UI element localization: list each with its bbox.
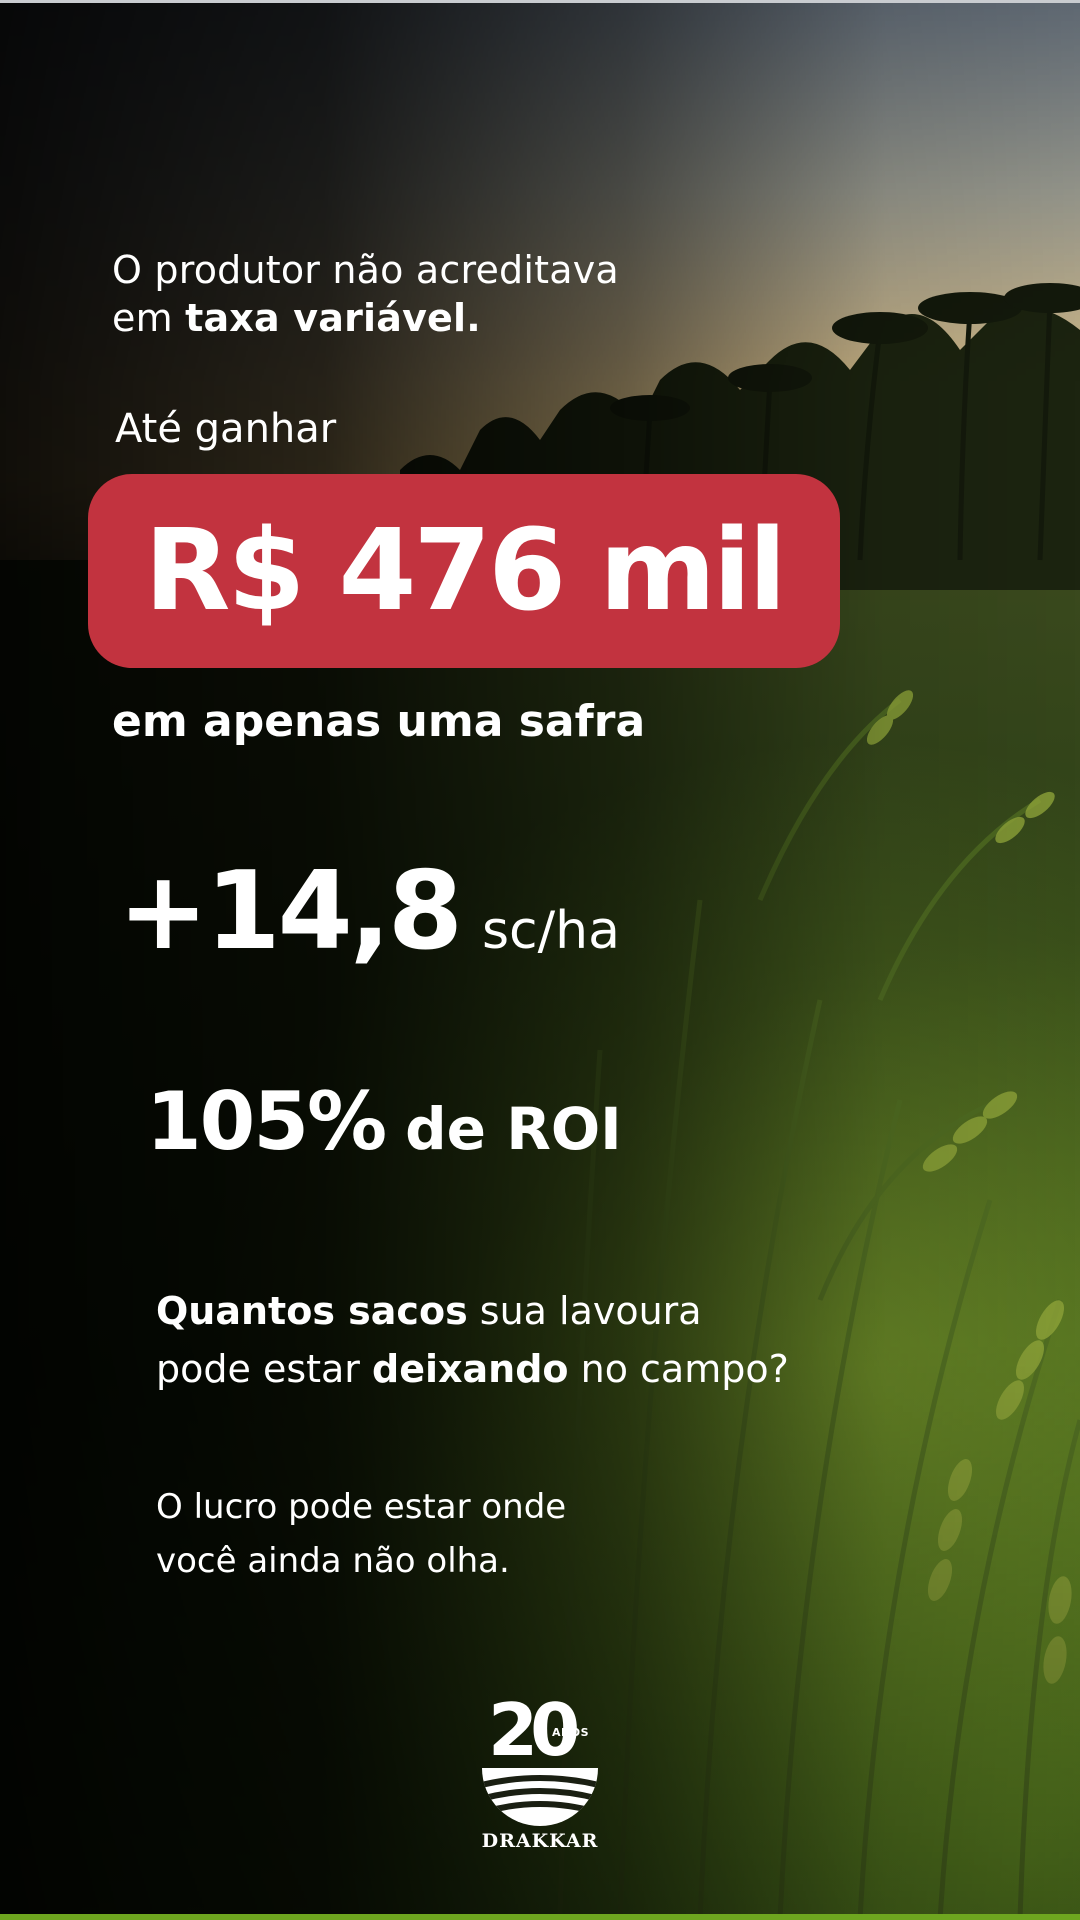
question-text-1: sua lavoura <box>467 1289 702 1333</box>
yield-unit: sc/ha <box>481 901 620 961</box>
closing-line-2: você ainda não olha. <box>156 1541 510 1581</box>
logo-brand-name: DRAKKAR <box>481 1830 599 1852</box>
highlight-amount-badge: R$ 476 mil <box>88 474 840 668</box>
roi-label: de ROI <box>405 1095 622 1163</box>
question-text: Quantos sacos sua lavoura pode estar dei… <box>156 1282 789 1398</box>
headline-line-1: O produtor não acreditava <box>112 248 619 292</box>
headline-line-2: em taxa variável. <box>112 294 619 342</box>
yield-value: +14,8 <box>118 849 463 974</box>
question-text-3: no campo? <box>568 1347 789 1391</box>
headline-emphasis: taxa variável. <box>185 296 481 340</box>
question-line-1: Quantos sacos sua lavoura <box>156 1282 789 1340</box>
closing-line-1: O lucro pode estar onde <box>156 1487 567 1527</box>
headline: O produtor não acreditava em taxa variáv… <box>112 246 619 342</box>
roi-stat: 105% de ROI <box>146 1074 622 1170</box>
drakkar-field-emblem-icon <box>482 1768 598 1826</box>
question-bold-2: deixando <box>372 1347 569 1391</box>
highlight-amount: R$ 476 mil <box>144 506 786 636</box>
question-text-2: pode estar <box>156 1347 373 1391</box>
question-bold-1: Quantos sacos <box>156 1289 468 1333</box>
promo-story: O produtor não acreditava em taxa variáv… <box>0 0 1080 1920</box>
closing-text: O lucro pode estar onde você ainda não o… <box>156 1480 566 1588</box>
headline-prefix: em <box>112 296 186 340</box>
harvest-note: em apenas uma safra <box>112 696 646 747</box>
lead-in-text: Até ganhar <box>115 406 337 452</box>
top-border <box>0 0 1080 3</box>
drakkar-logo: 20 ANOS DRAKKAR <box>470 1692 610 1858</box>
logo-anos-label: ANOS <box>552 1726 589 1739</box>
question-line-2: pode estar deixando no campo? <box>156 1340 789 1398</box>
roi-value: 105% <box>146 1075 387 1168</box>
bottom-border <box>0 1914 1080 1920</box>
yield-stat: +14,8 sc/ha <box>118 852 620 972</box>
